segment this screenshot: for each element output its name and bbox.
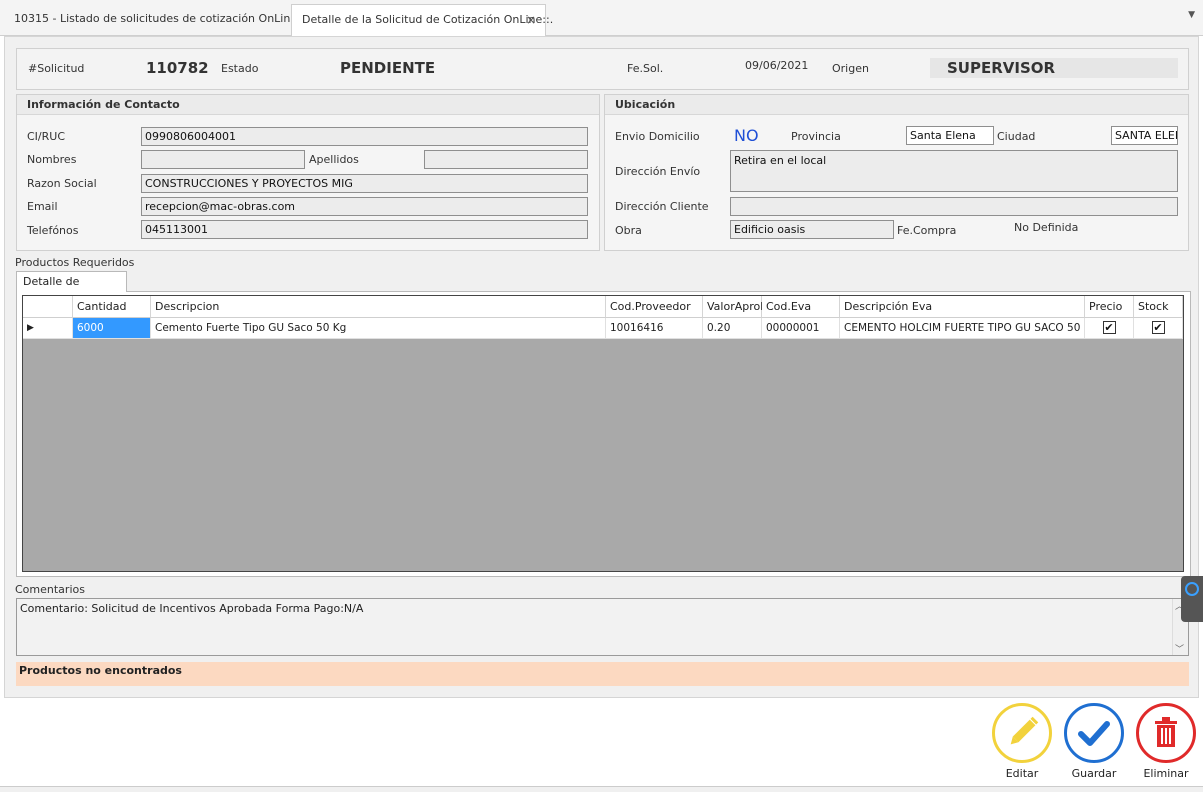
col-descripcion-eva[interactable]: Descripción Eva: [840, 296, 1085, 318]
precio-checkbox[interactable]: ✔: [1102, 321, 1116, 334]
provincia-field[interactable]: Santa Elena: [906, 126, 994, 145]
productos-grid[interactable]: Cantidad Descripcion Cod.Proveedor Valor…: [22, 295, 1184, 572]
comentarios-textarea[interactable]: Comentario: Solicitud de Incentivos Apro…: [16, 598, 1189, 656]
envio-value: NO: [734, 126, 759, 145]
col-cod-proveedor[interactable]: Cod.Proveedor: [606, 296, 703, 318]
pencil-icon: [1010, 716, 1039, 745]
solicitud-label: #Solicitud: [28, 62, 85, 75]
side-panel-toggle[interactable]: [1181, 576, 1203, 622]
eliminar-button[interactable]: [1136, 703, 1196, 763]
telefonos-field[interactable]: 045113001: [141, 220, 588, 239]
eliminar-label: Eliminar: [1143, 767, 1189, 780]
comentarios-text: Comentario: Solicitud de Incentivos Apro…: [20, 602, 364, 615]
ciruc-label: CI/RUC: [27, 130, 66, 143]
cell-valor-aprob[interactable]: 0.20: [703, 318, 762, 339]
fecompra-label: Fe.Compra: [897, 224, 957, 237]
fesol-value: 09/06/2021: [745, 59, 809, 72]
ciudad-label: Ciudad: [997, 130, 1036, 143]
direccion-envio-label: Dirección Envío: [615, 165, 701, 178]
tab-listado[interactable]: 10315 - Listado de solicitudes de cotiza…: [4, 4, 308, 36]
estado-value: PENDIENTE: [340, 59, 436, 77]
checkmark-icon: [1078, 721, 1110, 746]
stock-checkbox[interactable]: ✔: [1151, 321, 1165, 334]
guardar-button[interactable]: [1064, 703, 1124, 763]
origen-label: Origen: [832, 62, 869, 75]
ciudad-field[interactable]: SANTA ELENA: [1111, 126, 1178, 145]
tab-detalle[interactable]: Detalle de la Solicitud de Cotización On…: [291, 4, 553, 37]
ubicacion-title: Ubicación: [605, 95, 1188, 115]
cell-descripcion[interactable]: Cemento Fuerte Tipo GU Saco 50 Kg: [151, 318, 606, 339]
razon-label: Razon Social: [27, 177, 97, 190]
col-cod-eva[interactable]: Cod.Eva: [762, 296, 840, 318]
editar-label: Editar: [1005, 767, 1039, 780]
grid-row-header-corner: [23, 296, 73, 318]
toggle-icon: [1185, 582, 1199, 596]
estado-label: Estado: [221, 62, 259, 75]
scroll-down-icon[interactable]: ﹀: [1175, 642, 1184, 655]
email-field[interactable]: recepcion@mac-obras.com: [141, 197, 588, 216]
cell-cantidad[interactable]: 6000: [73, 318, 151, 339]
col-precio[interactable]: Precio: [1085, 296, 1134, 318]
fecompra-value: No Definida: [1014, 221, 1079, 234]
fesol-label: Fe.Sol.: [627, 62, 664, 75]
direccion-cliente-field[interactable]: [730, 197, 1178, 216]
productos-section-label: Productos Requeridos: [15, 256, 135, 269]
nombres-label: Nombres: [27, 153, 77, 166]
comentarios-label: Comentarios: [15, 583, 85, 596]
close-icon[interactable]: ×: [526, 5, 536, 35]
tab-detalle-label: Detalle de la Solicitud de Cotización On…: [302, 13, 554, 26]
warning-bar: Productos no encontrados: [16, 662, 1189, 686]
trash-icon: [1155, 717, 1177, 747]
editar-button[interactable]: [992, 703, 1052, 763]
envio-label: Envio Domicilio: [615, 130, 700, 143]
ciruc-field[interactable]: 0990806004001: [141, 127, 588, 146]
cell-precio[interactable]: ✔: [1085, 318, 1134, 339]
apellidos-field[interactable]: [424, 150, 588, 169]
telefonos-label: Telefónos: [27, 224, 79, 237]
solicitud-value: 110782: [146, 59, 209, 77]
guardar-label: Guardar: [1071, 767, 1117, 780]
col-stock[interactable]: Stock: [1134, 296, 1183, 318]
direccion-cliente-label: Dirección Cliente: [615, 200, 709, 213]
col-descripcion[interactable]: Descripcion: [151, 296, 606, 318]
razon-field[interactable]: CONSTRUCCIONES Y PROYECTOS MIG: [141, 174, 588, 193]
contacto-title: Información de Contacto: [17, 95, 599, 115]
obra-label: Obra: [615, 224, 642, 237]
cell-cod-proveedor[interactable]: 10016416: [606, 318, 703, 339]
origen-value: SUPERVISOR: [947, 59, 1056, 77]
cell-descripcion-eva[interactable]: CEMENTO HOLCIM FUERTE TIPO GU SACO 50 KG: [840, 318, 1085, 339]
cell-cod-eva[interactable]: 00000001: [762, 318, 840, 339]
obra-field[interactable]: Edificio oasis: [730, 220, 894, 239]
direccion-envio-field[interactable]: Retira en el local: [730, 150, 1178, 192]
apellidos-label: Apellidos: [309, 153, 359, 166]
tab-detalle-productos[interactable]: Detalle de productos: [16, 271, 127, 307]
nombres-field[interactable]: [141, 150, 305, 169]
email-label: Email: [27, 200, 58, 213]
chevron-down-icon[interactable]: ▼: [1188, 10, 1195, 20]
cell-stock[interactable]: ✔: [1134, 318, 1183, 339]
col-valor-aprob[interactable]: ValorAprob: [703, 296, 767, 318]
row-indicator-icon[interactable]: ▶: [23, 318, 73, 339]
provincia-label: Provincia: [791, 130, 841, 143]
status-bar: [0, 786, 1203, 792]
col-cantidad[interactable]: Cantidad: [73, 296, 151, 318]
